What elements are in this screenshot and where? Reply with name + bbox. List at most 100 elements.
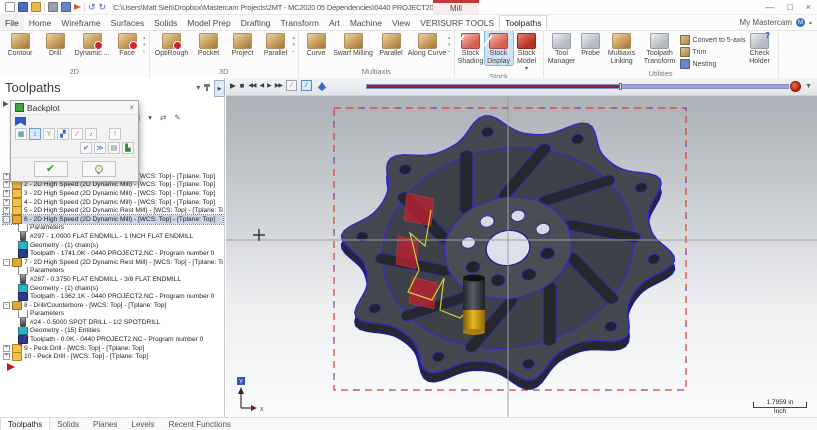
drill-button[interactable]: Drill (38, 31, 72, 58)
fast-forward-icon[interactable]: ▶▶ (275, 82, 282, 89)
curve-button[interactable]: Curve (301, 31, 331, 58)
tree-row[interactable]: #287 - 0.3750 FLAT ENDMILL - 3/8 FLAT EN… (3, 275, 223, 284)
tree-row[interactable]: Parameters (3, 224, 223, 233)
step-forward-icon[interactable]: ▶ (267, 82, 271, 89)
backplot-close-icon[interactable]: × (129, 103, 134, 112)
tree-row[interactable]: Geometry - (1) chain(s) (3, 284, 223, 293)
tab-model-prep[interactable]: Model Prep (182, 15, 235, 30)
progress-slider[interactable] (366, 84, 789, 89)
convert-to-5-axis-button[interactable]: Convert to 5-axis (680, 35, 744, 45)
undo-icon[interactable]: ↺ (88, 3, 96, 12)
tree-row[interactable]: 8 - Drill/Counterbore - [WCS: Top] - [Tp… (3, 301, 223, 310)
save-icon[interactable] (18, 2, 28, 12)
open-file-icon[interactable] (31, 2, 41, 12)
gallery-scroll-arrows[interactable]: ▴▾▪ (142, 31, 147, 55)
project-button[interactable]: Project (226, 31, 260, 58)
play-icon[interactable]: ▶ (230, 81, 236, 90)
tab-home[interactable]: Home (24, 15, 57, 30)
chart-icon[interactable]: ▞ (57, 128, 69, 140)
tree-row[interactable]: #24 - 0.5000 SPOT DRILL - 1/2 SPOTDRILL (3, 318, 223, 327)
tree-row[interactable]: Toolpath - 0.0K - 0440 PROJECT2.NC - Pro… (3, 335, 223, 344)
manager-tab-toolpaths[interactable]: Toolpaths (0, 418, 50, 430)
tree-row[interactable]: 7 - 2D High Speed (2D Dynamic Rest Mill)… (3, 258, 223, 267)
along-curve-button[interactable]: Along Curve (407, 31, 447, 58)
stock-model-button[interactable]: Stock Model▾ (513, 31, 541, 72)
parallel-3d-button[interactable]: Parallel (260, 31, 292, 58)
tree-row[interactable]: Toolpath - 1362.1K - 0440 PROJECT2.NC - … (3, 292, 223, 301)
manager-tab-levels[interactable]: Levels (125, 418, 162, 430)
face-button[interactable]: Face (112, 31, 142, 58)
trace-toggle-icon[interactable]: ∕ (286, 80, 297, 91)
check-holder-button[interactable]: Check Holder (744, 31, 776, 65)
holder-icon[interactable]: Y (43, 128, 55, 140)
tree-row[interactable]: Toolpath - 1741.0K - 0440 PROJECT2.NC - … (3, 249, 223, 258)
expander[interactable] (3, 199, 10, 206)
stock-shading-button[interactable]: Stock Shading (457, 31, 485, 65)
insert-position-arrow[interactable] (7, 363, 15, 371)
expander[interactable] (3, 207, 10, 214)
help-button[interactable] (82, 161, 116, 177)
manager-tab-planes[interactable]: Planes (86, 418, 124, 430)
machine-icon[interactable]: ▦ (15, 128, 27, 140)
expander[interactable] (3, 216, 10, 223)
fast-forward-icon[interactable]: ≫ (94, 142, 106, 154)
tab-verisurf-tools[interactable]: VERISURF TOOLS (415, 15, 499, 30)
minimize-icon[interactable]: — (765, 2, 774, 12)
condition-marker-icon[interactable] (318, 82, 326, 91)
contextual-tab-mill[interactable]: Mill (433, 0, 479, 14)
tree-row[interactable]: #297 - 1.0000 FLAT ENDMILL - 1 INCH FLAT… (3, 232, 223, 241)
tree-row[interactable]: Geometry - (1) chain(s) (3, 241, 223, 250)
contour-button[interactable]: Contour (2, 31, 38, 58)
panel-collapse-icon[interactable]: ▶ (214, 80, 225, 97)
tree-row[interactable]: 9 - Peck Drill - [WCS: Top] - [Tplane: T… (3, 344, 223, 353)
trim-button[interactable]: Trim (680, 47, 744, 57)
pocket-button[interactable]: Pocket (192, 31, 226, 58)
optirough-button[interactable]: OptiRough (152, 31, 192, 58)
flag-icon[interactable] (74, 4, 81, 10)
gallery-scroll-arrows[interactable]: ▴▾▪ (447, 31, 452, 55)
screen-icon[interactable]: ▤ (108, 142, 120, 154)
probe-button[interactable]: Probe (578, 31, 604, 58)
my-mastercam[interactable]: My Mastercam M ▴ (740, 15, 812, 30)
expander[interactable] (3, 259, 10, 266)
manager-tab-recent-functions[interactable]: Recent Functions (162, 418, 238, 430)
backplot-collapse-icon[interactable] (15, 117, 26, 126)
redo-icon[interactable]: ↻ (99, 3, 107, 12)
dynamic-mill-button[interactable]: Dynamic ... (72, 31, 112, 58)
tab-machine[interactable]: Machine (345, 15, 387, 30)
pin-icon[interactable] (206, 84, 208, 91)
expander[interactable] (3, 302, 10, 309)
tab-toolpaths[interactable]: Toolpaths (499, 15, 547, 30)
tree-row[interactable]: Parameters (3, 310, 223, 319)
tree-row[interactable]: 5 - 2D High Speed (2D Dynamic Rest Mill)… (3, 206, 223, 215)
note-icon[interactable]: ♪ (85, 128, 97, 140)
new-file-icon[interactable] (5, 2, 15, 12)
quality-toggle-icon[interactable]: ∕ (301, 80, 312, 91)
tree-row[interactable]: Geometry - (15) Entities (3, 327, 223, 336)
step-back-icon[interactable]: ◀ (260, 82, 264, 89)
tree-row[interactable]: 3 - 2D High Speed (2D Dynamic Mill) - [W… (3, 189, 223, 198)
swarf-milling-button[interactable]: Swarf Milling (331, 31, 375, 58)
details-icon[interactable]: ✔ (80, 142, 92, 154)
panel-menu-icon[interactable]: ▾ (196, 83, 200, 92)
tab-wireframe[interactable]: Wireframe (56, 15, 105, 30)
expander[interactable] (3, 173, 10, 180)
nesting-button[interactable]: Nesting (680, 59, 744, 69)
toolpath-transform-button[interactable]: Toolpath Transform (640, 31, 680, 65)
expander[interactable] (3, 190, 10, 197)
record-icon[interactable] (790, 81, 801, 92)
tab-solids[interactable]: Solids (149, 15, 182, 30)
tab-drafting[interactable]: Drafting (236, 15, 276, 30)
viewport-canvas[interactable]: Yx (226, 78, 817, 418)
parallel-multiaxis-button[interactable]: Parallel (375, 31, 407, 58)
expander[interactable] (3, 353, 10, 360)
tree-row[interactable]: 10 - Peck Drill - [WCS: Top] - [Tplane: … (3, 352, 223, 361)
tab-transform[interactable]: Transform (276, 15, 324, 30)
trace-icon[interactable]: ∕ (71, 128, 83, 140)
expander[interactable] (3, 345, 10, 352)
tool-display-icon[interactable]: ↕ (29, 128, 41, 140)
slider-handle[interactable] (619, 83, 622, 90)
alert-icon[interactable]: ! (109, 128, 121, 140)
save-all-icon[interactable] (61, 2, 71, 12)
stock-display-button[interactable]: Stock Display (485, 31, 513, 65)
